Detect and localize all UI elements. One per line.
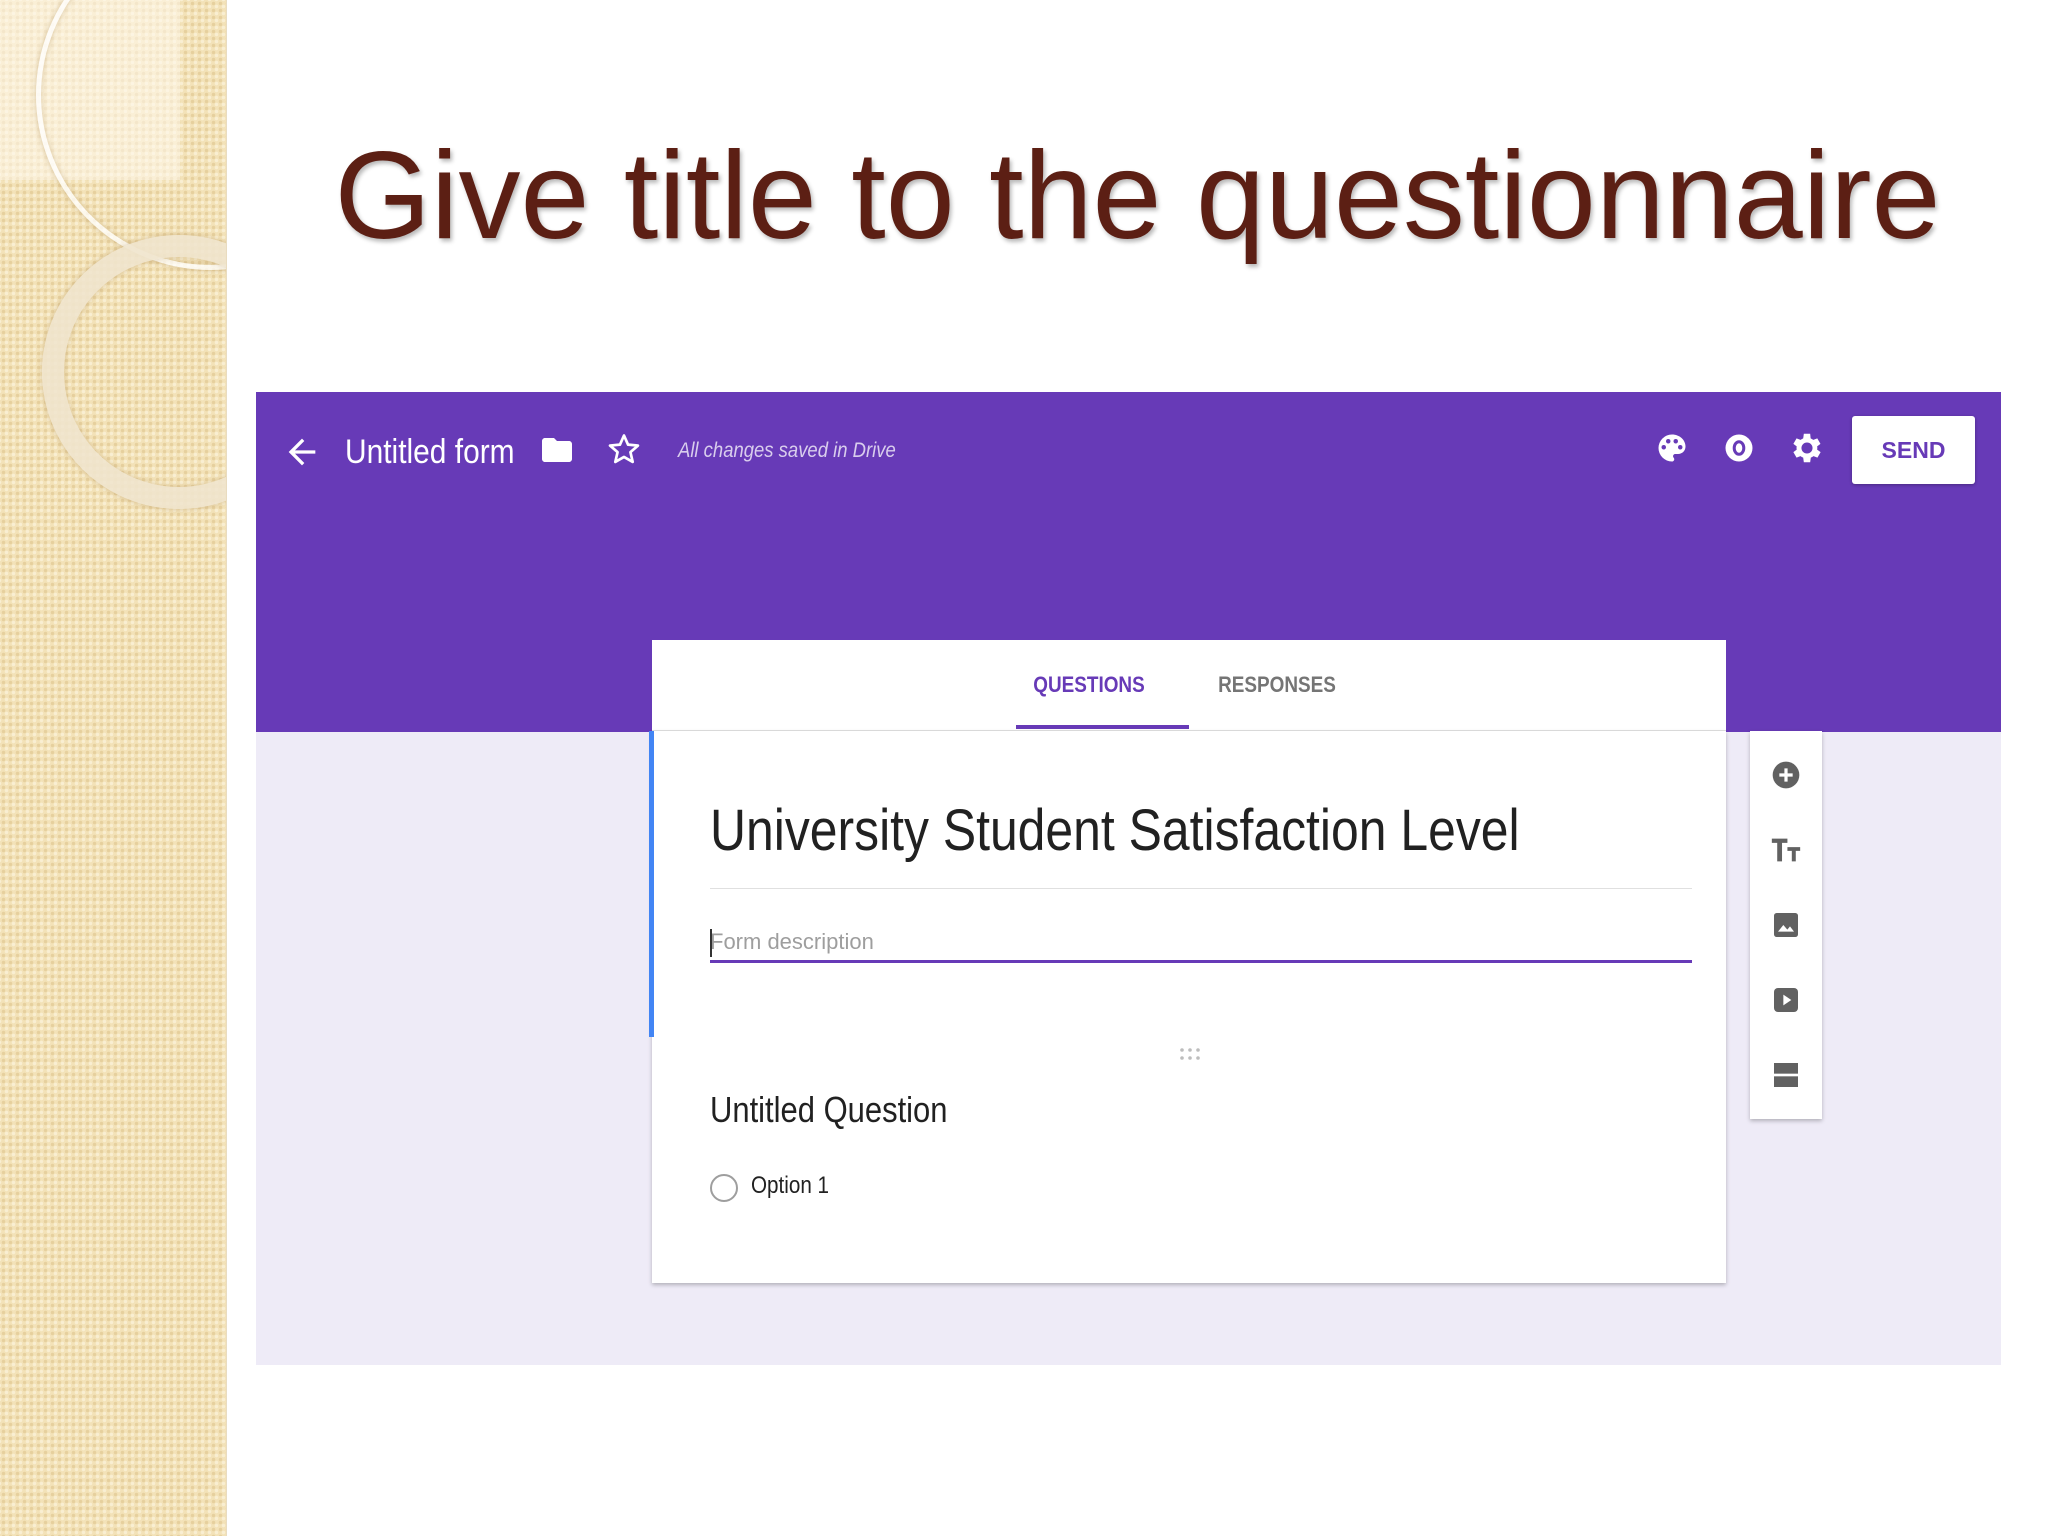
question-title[interactable]: Untitled Question [710, 1089, 947, 1131]
active-tab-indicator [1016, 725, 1189, 729]
tab-questions[interactable]: QUESTIONS [1014, 640, 1164, 730]
drag-handle-icon[interactable] [1178, 1045, 1202, 1063]
add-title-icon[interactable] [1768, 832, 1804, 868]
form-description-field[interactable] [710, 927, 1692, 957]
slide-title: Give title to the questionnaire [334, 127, 1941, 265]
decorative-side-strip [0, 0, 227, 1536]
send-button[interactable]: SEND [1852, 416, 1975, 484]
text-caret [710, 929, 712, 957]
preview-eye-icon[interactable] [1721, 430, 1757, 466]
back-arrow-icon[interactable] [282, 432, 322, 472]
radio-button[interactable] [710, 1174, 738, 1202]
description-underline [710, 960, 1692, 963]
form-title-field[interactable]: University Student Satisfaction Level [710, 797, 1520, 864]
folder-icon[interactable] [539, 432, 575, 468]
form-name[interactable]: Untitled form [345, 432, 515, 472]
decorative-ring [36, 0, 227, 270]
focus-accent-bar [649, 731, 654, 1037]
tab-responses[interactable]: RESPONSES [1202, 640, 1352, 730]
side-toolbar [1750, 731, 1822, 1119]
add-image-icon[interactable] [1768, 907, 1804, 943]
save-status: All changes saved in Drive [678, 439, 896, 462]
option-label[interactable]: Option 1 [751, 1172, 829, 1200]
form-card: University Student Satisfaction Level Un… [649, 731, 1726, 1283]
add-video-icon[interactable] [1768, 982, 1804, 1018]
palette-icon[interactable] [1654, 430, 1690, 466]
google-forms-screenshot: Untitled form All changes saved in Drive… [256, 392, 2001, 1365]
add-section-icon[interactable] [1768, 1057, 1804, 1093]
gear-icon[interactable] [1788, 429, 1826, 467]
add-question-icon[interactable] [1768, 757, 1804, 793]
form-tabs: QUESTIONS RESPONSES [652, 640, 1726, 731]
title-underline [710, 888, 1692, 889]
star-icon[interactable] [606, 431, 642, 467]
decorative-ring [42, 235, 227, 509]
